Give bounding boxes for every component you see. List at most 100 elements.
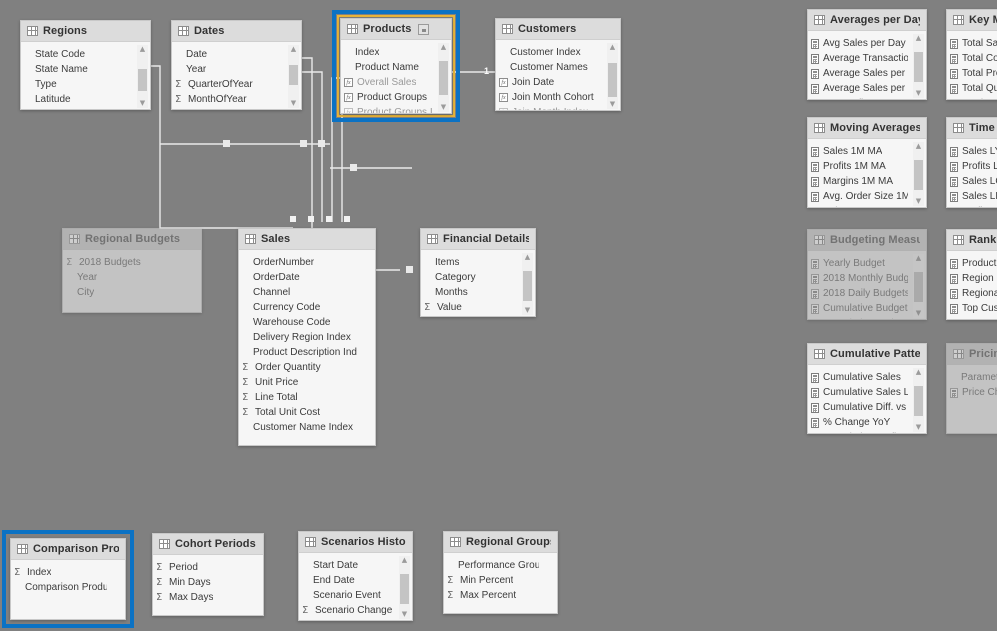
scroll-up-icon[interactable]: ▲ [438,43,449,52]
scroll-down-icon[interactable]: ▼ [913,197,924,206]
field-row[interactable]: Items [421,255,535,270]
field-row[interactable]: Avg Profits per Day [808,96,926,99]
field-row[interactable]: % Change YoY [808,415,926,430]
field-row[interactable]: Σ Scenario Change [299,603,412,618]
field-row[interactable]: Top Products [947,316,997,319]
field-row[interactable]: Channel [239,285,375,300]
scrollbar-thumb[interactable] [914,160,923,190]
field-row[interactable]: Average Transactions [808,51,926,66]
field-row[interactable]: Customer Index [496,45,620,60]
field-row[interactable]: Product Name [341,60,451,75]
field-row[interactable]: Sales LY [947,144,997,159]
field-row[interactable]: Total Transactions [947,96,997,99]
table-header-customers[interactable]: Customers [496,19,620,40]
table-header-time-comparisons[interactable]: Time Comparisons [947,118,997,139]
field-list-scrollbar[interactable]: ▲ ▼ [399,556,410,619]
field-row[interactable]: Comparison Product [11,580,125,595]
field-row[interactable]: 2018 Monthly Budge [808,271,926,286]
table-header-moving-averages[interactable]: Moving Averages [808,118,926,139]
field-row[interactable]: fx Overall Sales [341,75,451,90]
field-row[interactable]: Region Ranking [947,271,997,286]
scroll-up-icon[interactable]: ▲ [137,45,148,54]
field-row[interactable]: Total Costs [947,51,997,66]
field-row[interactable]: Warehouse Code [239,315,375,330]
table-card-rankings[interactable]: Rankings Product Ranking Region Ranking Reg… [946,229,997,320]
field-row[interactable]: End Date [299,573,412,588]
field-row[interactable]: Σ 2018 Budgets [63,255,201,270]
field-row[interactable]: Cumulative Sales LY [808,385,926,400]
field-row[interactable]: Regional Rank [947,286,997,301]
field-row[interactable]: Year [63,270,201,285]
field-row[interactable]: Cumulative Diff. vs LY [808,400,926,415]
field-row[interactable]: Σ Line Total [239,390,375,405]
field-row[interactable]: Profits LY [947,159,997,174]
field-row[interactable]: Total Sales [947,36,997,51]
table-header-cohort-periods[interactable]: Cohort Periods [153,534,263,555]
table-card-regional-groups[interactable]: Regional Groups Performance Group Σ Min Per… [443,531,558,614]
scroll-down-icon[interactable]: ▼ [137,99,148,108]
scroll-down-icon[interactable]: ▼ [913,89,924,98]
field-row[interactable]: Avg Sales per Day [808,36,926,51]
field-row[interactable]: Cumulative Sales [808,370,926,385]
scrollbar-thumb[interactable] [400,574,409,604]
scrollbar-thumb[interactable] [138,69,147,91]
table-card-customers[interactable]: Customers Customer Index Customer Names fx J… [495,18,621,111]
table-header-averages-per-day[interactable]: Averages per Day [808,10,926,31]
table-header-regional-groups[interactable]: Regional Groups [444,532,557,553]
field-row[interactable]: State Code [21,47,150,62]
table-header-financial-details[interactable]: Financial Details [421,229,535,250]
table-card-scenarios-history[interactable]: Scenarios History Start Date End Date Scena… [298,531,413,621]
field-row[interactable]: Customer Names [496,60,620,75]
field-row[interactable]: Profits 1M MA [808,159,926,174]
field-row[interactable]: Sales LQ [947,174,997,189]
field-row[interactable]: Currency Code [239,300,375,315]
field-row[interactable]: Cumulative Budgets [808,301,926,316]
field-row[interactable]: Σ Period [153,560,263,575]
field-row[interactable]: Margins 1M MA [808,174,926,189]
table-card-dates[interactable]: DatesDateYearΣQuarterOfYearΣMonthOfYearΣ… [171,20,302,110]
table-header-scenarios-history[interactable]: Scenarios History [299,532,412,553]
field-row[interactable]: Σ Min Days [153,575,263,590]
table-card-financial-details[interactable]: Financial Details Items Category Months Σ Val… [420,228,536,317]
field-list-scrollbar[interactable]: ▲ ▼ [913,368,924,432]
field-row[interactable]: Average Sales per Cu [808,81,926,96]
field-row[interactable]: 2018 Daily Budgets [808,286,926,301]
field-row[interactable]: Total Quantity [947,81,997,96]
table-header-regions[interactable]: Regions [21,21,150,42]
table-card-products[interactable]: Products Index Product Name fx Overall Sales… [340,18,452,114]
table-card-moving-averages[interactable]: Moving Averages Sales 1M MA Profits 1M MA M… [807,117,927,208]
table-header-budgeting-measures[interactable]: Budgeting Measures [808,230,926,251]
field-row[interactable]: Σ MonthOfYear [172,92,301,107]
scroll-up-icon[interactable]: ▲ [913,34,924,43]
field-row[interactable]: Avg. Order Size 1M M [808,189,926,204]
field-row[interactable]: Top Customers [947,301,997,316]
scroll-down-icon[interactable]: ▼ [399,610,410,619]
table-card-averages-per-day[interactable]: Averages per Day Avg Sales per Day Average… [807,9,927,100]
field-row[interactable]: Total Profits [947,66,997,81]
table-header-pricing[interactable]: Pricing [947,344,997,365]
field-row[interactable]: Months [421,285,535,300]
table-card-sales[interactable]: Sales OrderNumber OrderDate Channel Currency… [238,228,376,446]
scroll-up-icon[interactable]: ▲ [607,43,618,52]
field-row[interactable]: Category [421,270,535,285]
field-row[interactable]: Cumulative Budget [808,316,926,319]
field-row[interactable]: Σ Max Days [153,590,263,605]
field-list-scrollbar[interactable]: ▲ ▼ [913,254,924,318]
scrollbar-thumb[interactable] [914,386,923,416]
field-row[interactable]: OrderDate [239,270,375,285]
scroll-down-icon[interactable]: ▼ [288,99,299,108]
scroll-down-icon[interactable]: ▼ [913,309,924,318]
field-row[interactable]: Latitude [21,92,150,107]
table-header-rankings[interactable]: Rankings [947,230,997,251]
field-row[interactable]: fx Join Date [496,75,620,90]
field-list-scrollbar[interactable]: ▲ ▼ [137,45,148,108]
table-card-pricing[interactable]: Pricing Parameter Price Change [946,343,997,434]
scroll-up-icon[interactable]: ▲ [913,368,924,377]
field-row[interactable]: Σ Total Unit Cost [239,405,375,420]
field-row[interactable]: fxType [421,315,535,316]
field-row[interactable]: Sales 1M MA [808,144,926,159]
field-row[interactable]: Σ Value [421,300,535,315]
field-list-scrollbar[interactable]: ▲ ▼ [522,253,533,315]
scrollbar-thumb[interactable] [914,52,923,82]
scroll-down-icon[interactable]: ▼ [607,100,618,109]
